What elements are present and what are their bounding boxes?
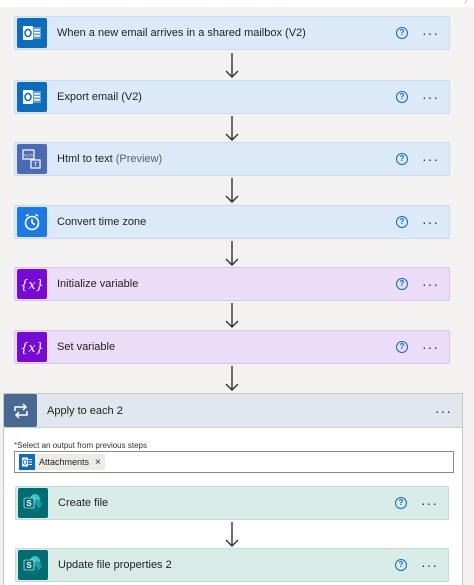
step-html-to-text[interactable]: </> T Html to text (Preview) ? ··· [14, 142, 450, 176]
arrow-down-icon [225, 241, 239, 266]
step-label: Convert time zone [57, 216, 147, 228]
step-label: When a new email arrives in a shared mai… [57, 27, 306, 39]
outlook-icon [17, 82, 47, 112]
more-options-icon[interactable]: ··· [421, 496, 438, 510]
clock-icon [17, 207, 47, 237]
svg-text:S: S [26, 499, 32, 508]
token-label: Attachments [39, 457, 90, 467]
select-output-field[interactable]: Attachments × [14, 451, 454, 473]
arrow-down-icon [225, 522, 239, 547]
sharepoint-icon: S [18, 550, 48, 580]
more-options-icon[interactable]: ··· [421, 558, 438, 572]
help-icon[interactable]: ? [395, 559, 407, 571]
html-to-text-icon: </> T [17, 144, 47, 174]
more-options-icon[interactable]: ··· [422, 277, 439, 291]
step-label: Html to text (Preview) [57, 153, 396, 165]
svg-text:S: S [26, 561, 32, 570]
svg-text:{x}: {x} [20, 278, 44, 293]
outlook-icon [19, 454, 35, 470]
help-icon[interactable]: ? [396, 216, 408, 228]
svg-text:</>: </> [24, 153, 33, 159]
sharepoint-icon: S [18, 488, 48, 518]
help-icon[interactable]: ? [396, 153, 408, 165]
attachments-token[interactable]: Attachments × [19, 454, 105, 470]
step-update-file-properties[interactable]: S Update file properties 2 ? ··· [15, 548, 449, 582]
help-icon[interactable]: ? [396, 341, 408, 353]
field-label-text: Select an output from previous steps [17, 441, 147, 450]
loop-icon [4, 394, 37, 427]
remove-token-icon[interactable]: × [95, 457, 101, 468]
arrow-down-icon [225, 178, 239, 203]
arrow-down-icon [225, 116, 239, 141]
help-icon[interactable]: ? [396, 27, 408, 39]
field-label: *Select an output from previous steps [14, 441, 147, 450]
more-options-icon[interactable]: ··· [435, 404, 452, 418]
apply-to-each-header[interactable]: Apply to each 2 ··· [4, 394, 462, 428]
help-icon[interactable]: ? [396, 278, 408, 290]
arrow-down-icon [225, 53, 239, 78]
more-options-icon[interactable]: ··· [422, 26, 439, 40]
top-bar: ⁄ [0, 0, 474, 7]
step-initialize-variable[interactable]: {x} Initialize variable ? ··· [14, 267, 450, 301]
step-label: Create file [58, 497, 109, 509]
step-export-email[interactable]: Export email (V2) ? ··· [14, 80, 450, 114]
step-label-preview: (Preview) [115, 153, 163, 165]
more-options-icon[interactable]: ··· [422, 340, 439, 354]
step-label: Set variable [57, 341, 116, 353]
apply-to-each-label: Apply to each 2 [47, 404, 123, 417]
svg-text:T: T [33, 162, 38, 169]
step-label: Update file properties 2 [58, 559, 172, 571]
outlook-icon [17, 18, 47, 48]
step-label: Initialize variable [57, 278, 139, 290]
step-label-text: Html to text [57, 153, 113, 165]
more-options-icon[interactable]: ··· [422, 90, 439, 104]
variable-icon: {x} [17, 269, 47, 299]
more-options-icon[interactable]: ··· [422, 152, 439, 166]
arrow-down-icon [225, 366, 239, 391]
help-icon[interactable]: ? [395, 497, 407, 509]
more-options-icon[interactable]: ··· [422, 215, 439, 229]
step-set-variable[interactable]: {x} Set variable ? ··· [14, 330, 450, 364]
step-label: Export email (V2) [57, 91, 142, 103]
step-convert-time-zone[interactable]: Convert time zone ? ··· [14, 205, 450, 239]
corner-mark: ⁄ [466, 0, 468, 7]
step-trigger-shared-mailbox[interactable]: When a new email arrives in a shared mai… [14, 16, 450, 50]
help-icon[interactable]: ? [396, 91, 408, 103]
arrow-down-icon [225, 303, 239, 328]
step-create-file[interactable]: S Create file ? ··· [15, 486, 449, 520]
svg-text:{x}: {x} [20, 341, 44, 356]
variable-icon: {x} [17, 332, 47, 362]
